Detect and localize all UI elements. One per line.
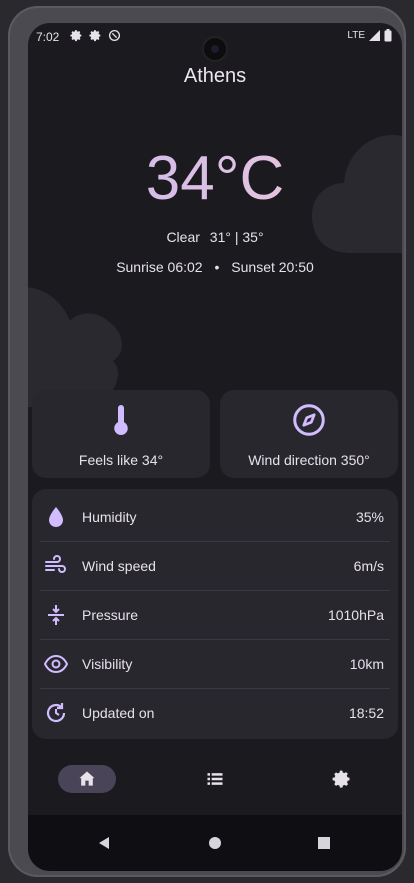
- nav-list-button[interactable]: [186, 765, 244, 793]
- current-temperature: 34°C: [28, 143, 402, 214]
- signal-icon: [369, 30, 380, 41]
- city-title: Athens: [183, 65, 247, 87]
- humidity-icon: [49, 507, 63, 527]
- nav-settings-button[interactable]: [313, 765, 371, 793]
- list-icon: [207, 773, 223, 785]
- detail-row-humidity: Humidity 35%: [40, 493, 390, 542]
- gear-icon: [89, 30, 101, 42]
- detail-row-visibility: Visibility 10km: [40, 640, 390, 689]
- temperature-range: 31° | 35°: [209, 229, 264, 245]
- update-icon: [46, 703, 66, 723]
- recents-square-icon: [318, 837, 330, 849]
- wind-icon: [45, 555, 66, 573]
- pressure-icon: [48, 605, 64, 625]
- feels-like-card: Feels like 34°: [32, 390, 210, 478]
- screen: 7:02 LTE Athens 34°C Clear 31° | 35° Sun…: [28, 23, 402, 871]
- detail-value: 18:52: [348, 705, 384, 721]
- system-navigation-bar: [28, 815, 402, 871]
- details-card: Humidity 35% Wind speed 6m/s Pressure 10…: [32, 489, 398, 739]
- nav-home-button[interactable]: [58, 765, 116, 793]
- compass-icon: [293, 404, 325, 436]
- visibility-icon: [44, 654, 68, 674]
- detail-value: 1010hPa: [327, 607, 384, 623]
- sunset-time: Sunset 20:50: [231, 259, 314, 275]
- feels-like-label: Feels like 34°: [78, 452, 164, 468]
- home-circle-icon: [209, 837, 221, 849]
- status-time: 7:02: [36, 30, 60, 44]
- data-saver-icon: [108, 29, 121, 42]
- sunrise-time: Sunrise 06:02: [116, 259, 203, 275]
- system-home-button[interactable]: [205, 833, 225, 853]
- detail-label: Updated on: [82, 705, 155, 721]
- detail-label: Pressure: [82, 607, 139, 623]
- system-back-button[interactable]: [94, 833, 114, 853]
- back-triangle-icon: [99, 837, 109, 849]
- wind-direction-card: Wind direction 350°: [220, 390, 398, 478]
- gear-icon: [70, 30, 82, 42]
- home-icon: [79, 771, 95, 786]
- front-camera: [204, 38, 226, 60]
- detail-row-updated: Updated on 18:52: [40, 689, 390, 737]
- detail-value: 6m/s: [353, 558, 384, 574]
- bottom-navigation: [28, 758, 402, 802]
- settings-icon: [332, 770, 350, 788]
- separator-dot: •: [214, 259, 220, 275]
- detail-label: Humidity: [82, 509, 137, 525]
- thermometer-icon: [114, 405, 128, 435]
- detail-label: Wind speed: [82, 558, 156, 574]
- detail-row-pressure: Pressure 1010hPa: [40, 591, 390, 640]
- battery-icon: [384, 29, 392, 42]
- condition-line: Clear 31° | 35°: [28, 229, 402, 245]
- wind-direction-label: Wind direction 350°: [248, 452, 370, 468]
- sun-times: Sunrise 06:02 • Sunset 20:50: [28, 259, 402, 275]
- detail-row-wind-speed: Wind speed 6m/s: [40, 542, 390, 591]
- condition-text: Clear: [166, 229, 200, 245]
- system-recents-button[interactable]: [314, 833, 334, 853]
- cloud-decoration: [28, 287, 122, 407]
- device-frame: 7:02 LTE Athens 34°C Clear 31° | 35° Sun…: [8, 6, 406, 877]
- network-type: LTE: [347, 30, 365, 41]
- detail-label: Visibility: [82, 656, 133, 672]
- detail-value: 10km: [349, 656, 384, 672]
- detail-value: 35%: [355, 509, 384, 525]
